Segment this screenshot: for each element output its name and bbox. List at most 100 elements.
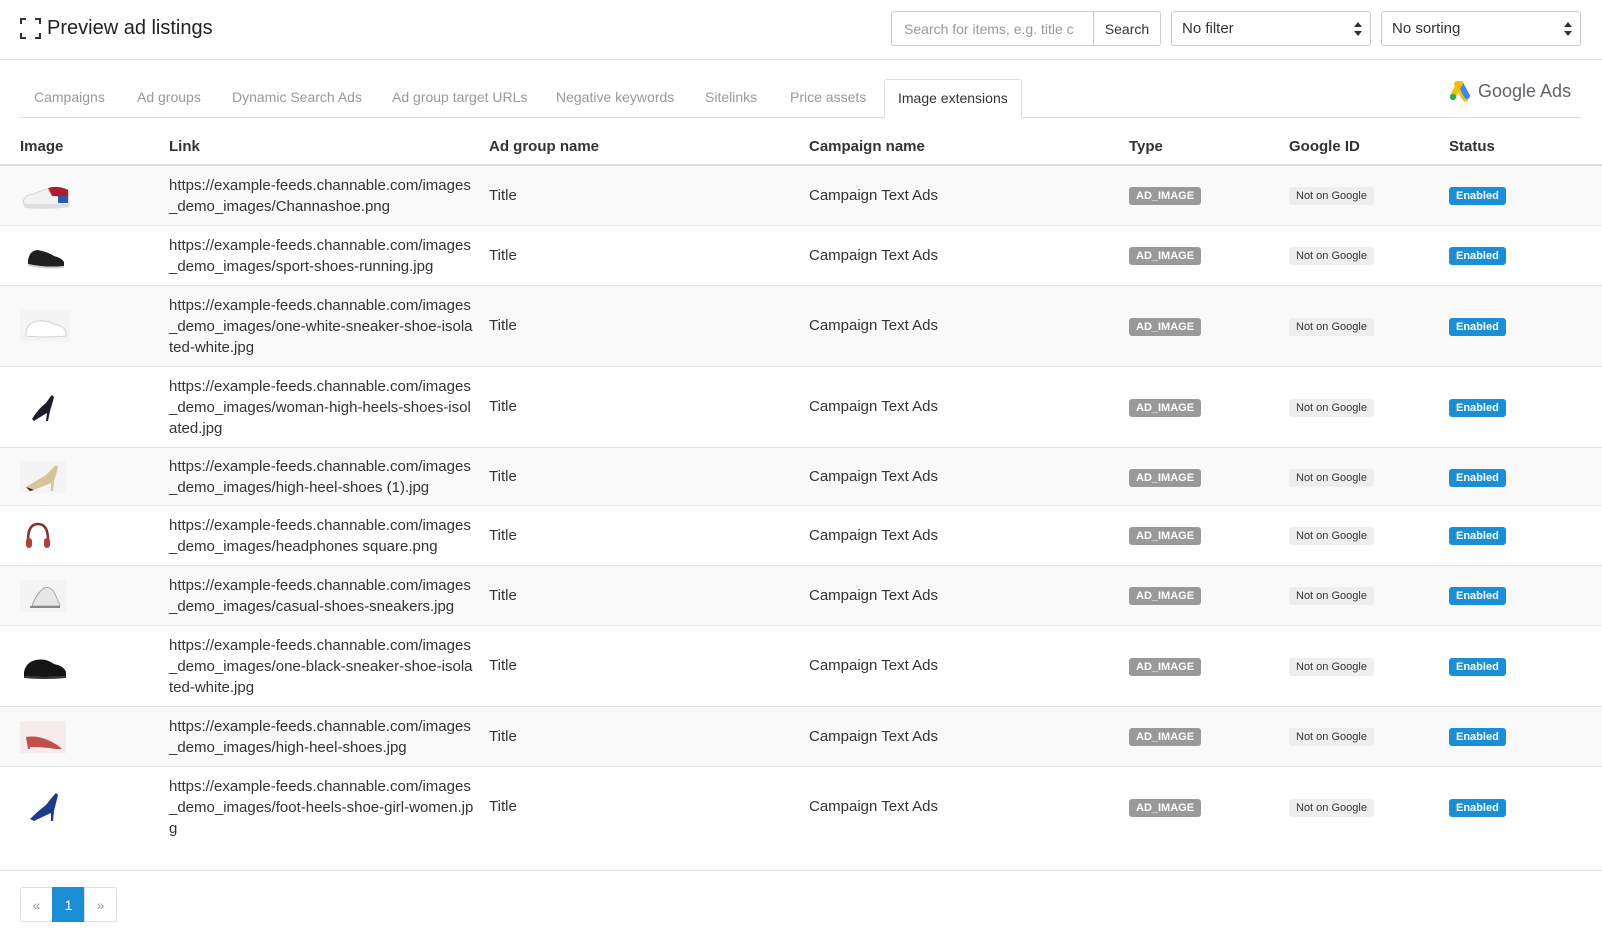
column-header-image: Image — [20, 138, 64, 155]
pagination-prev-button[interactable]: « — [20, 887, 53, 922]
row-campaign: Campaign Text Ads — [809, 317, 938, 334]
table-row: https://example-feeds.channable.com/imag… — [0, 367, 1602, 448]
pagination-next-button[interactable]: » — [84, 887, 117, 922]
filter-select[interactable]: No filter — [1171, 11, 1371, 46]
tab-price-assets[interactable]: Price assets — [790, 89, 866, 105]
type-badge: AD_IMAGE — [1129, 399, 1202, 417]
status-badge: Enabled — [1449, 527, 1506, 545]
status-badge: Enabled — [1449, 658, 1506, 676]
row-link[interactable]: https://example-feeds.channable.com/imag… — [169, 635, 475, 698]
status-badge: Enabled — [1449, 469, 1506, 487]
tab-sitelinks[interactable]: Sitelinks — [705, 89, 757, 105]
black-sneaker-thumbnail — [24, 659, 66, 679]
row-campaign: Campaign Text Ads — [809, 587, 938, 604]
fullscreen-icon[interactable] — [20, 18, 41, 39]
select-arrows-icon — [1354, 22, 1362, 36]
table-row: https://example-feeds.channable.com/imag… — [0, 448, 1602, 506]
status-badge: Enabled — [1449, 728, 1506, 746]
row-link[interactable]: https://example-feeds.channable.com/imag… — [169, 716, 475, 758]
row-ad-group: Title — [489, 468, 517, 485]
row-ad-group: Title — [489, 587, 517, 604]
white-sneaker-thumbnail — [20, 310, 70, 342]
status-badge: Enabled — [1449, 587, 1506, 605]
blue-high-heel-thumbnail — [30, 793, 58, 821]
status-badge: Enabled — [1449, 399, 1506, 417]
type-badge: AD_IMAGE — [1129, 527, 1202, 545]
table-row: https://example-feeds.channable.com/imag… — [0, 707, 1602, 767]
column-header-link: Link — [169, 138, 200, 155]
row-link[interactable]: https://example-feeds.channable.com/imag… — [169, 295, 475, 358]
row-ad-group: Title — [489, 657, 517, 674]
column-header-ad-group-name: Ad group name — [489, 138, 600, 155]
listings-table: Image Link Ad group name Campaign name T… — [0, 127, 1602, 848]
status-badge: Enabled — [1449, 799, 1506, 817]
table-row: https://example-feeds.channable.com/imag… — [0, 626, 1602, 707]
sneaker-red-white-thumbnail — [22, 186, 70, 209]
column-header-status: Status — [1449, 138, 1495, 155]
top-bar: Preview ad listings Search No filter No … — [0, 0, 1602, 60]
tab-campaigns[interactable]: Campaigns — [34, 89, 105, 105]
row-campaign: Campaign Text Ads — [809, 398, 938, 415]
filter-select-value: No filter — [1182, 20, 1234, 37]
row-link[interactable]: https://example-feeds.channable.com/imag… — [169, 776, 475, 839]
google-id-badge: Not on Google — [1289, 247, 1374, 265]
table-row: https://example-feeds.channable.com/imag… — [0, 566, 1602, 626]
table-header: Image Link Ad group name Campaign name T… — [0, 127, 1602, 166]
pagination-page-button[interactable]: 1 — [52, 887, 85, 922]
beige-high-heel-thumbnail — [20, 461, 66, 493]
row-campaign: Campaign Text Ads — [809, 728, 938, 745]
type-badge: AD_IMAGE — [1129, 469, 1202, 487]
row-link[interactable]: https://example-feeds.channable.com/imag… — [169, 376, 475, 439]
type-badge: AD_IMAGE — [1129, 318, 1202, 336]
tab-dynamic-search-ads[interactable]: Dynamic Search Ads — [232, 89, 362, 105]
google-id-badge: Not on Google — [1289, 658, 1374, 676]
row-campaign: Campaign Text Ads — [809, 798, 938, 815]
google-id-badge: Not on Google — [1289, 399, 1374, 417]
type-badge: AD_IMAGE — [1129, 247, 1202, 265]
row-ad-group: Title — [489, 247, 517, 264]
google-id-badge: Not on Google — [1289, 799, 1374, 817]
tab-ad-groups[interactable]: Ad groups — [137, 89, 201, 105]
search-input[interactable] — [891, 11, 1093, 46]
status-badge: Enabled — [1449, 247, 1506, 265]
row-ad-group: Title — [489, 728, 517, 745]
tab-image-extensions[interactable]: Image extensions — [884, 79, 1022, 118]
title-area: Preview ad listings — [20, 17, 213, 40]
select-arrows-icon — [1564, 22, 1572, 36]
sorting-select[interactable]: No sorting — [1381, 11, 1581, 46]
google-ads-label: Google Ads — [1478, 81, 1572, 101]
row-campaign: Campaign Text Ads — [809, 468, 938, 485]
row-campaign: Campaign Text Ads — [809, 247, 938, 264]
row-link[interactable]: https://example-feeds.channable.com/imag… — [169, 575, 475, 617]
row-link[interactable]: https://example-feeds.channable.com/imag… — [169, 235, 475, 277]
tab-ad-group-target-urls[interactable]: Ad group target URLs — [392, 89, 527, 105]
row-campaign: Campaign Text Ads — [809, 187, 938, 204]
column-header-google-id: Google ID — [1289, 138, 1360, 155]
search-button[interactable]: Search — [1093, 11, 1161, 46]
type-badge: AD_IMAGE — [1129, 799, 1202, 817]
table-row: https://example-feeds.channable.com/imag… — [0, 166, 1602, 226]
black-sport-shoe-thumbnail — [28, 250, 64, 269]
tab-bar: Campaigns Ad groups Dynamic Search Ads A… — [20, 79, 1581, 118]
column-header-campaign-name: Campaign name — [809, 138, 925, 155]
row-link[interactable]: https://example-feeds.channable.com/imag… — [169, 456, 475, 498]
row-ad-group: Title — [489, 798, 517, 815]
type-badge: AD_IMAGE — [1129, 658, 1202, 676]
row-ad-group: Title — [489, 187, 517, 204]
google-id-badge: Not on Google — [1289, 728, 1374, 746]
tab-negative-keywords[interactable]: Negative keywords — [556, 89, 674, 105]
headphones-thumbnail — [26, 522, 50, 548]
google-id-badge: Not on Google — [1289, 318, 1374, 336]
table-row: https://example-feeds.channable.com/imag… — [0, 226, 1602, 286]
status-badge: Enabled — [1449, 187, 1506, 205]
sorting-select-value: No sorting — [1392, 20, 1461, 37]
row-ad-group: Title — [489, 527, 517, 544]
row-campaign: Campaign Text Ads — [809, 657, 938, 674]
search-group: Search — [891, 11, 1161, 46]
google-id-badge: Not on Google — [1289, 187, 1374, 205]
type-badge: AD_IMAGE — [1129, 728, 1202, 746]
row-link[interactable]: https://example-feeds.channable.com/imag… — [169, 175, 475, 217]
table-row: https://example-feeds.channable.com/imag… — [0, 767, 1602, 848]
table-row: https://example-feeds.channable.com/imag… — [0, 506, 1602, 566]
row-link[interactable]: https://example-feeds.channable.com/imag… — [169, 515, 475, 557]
